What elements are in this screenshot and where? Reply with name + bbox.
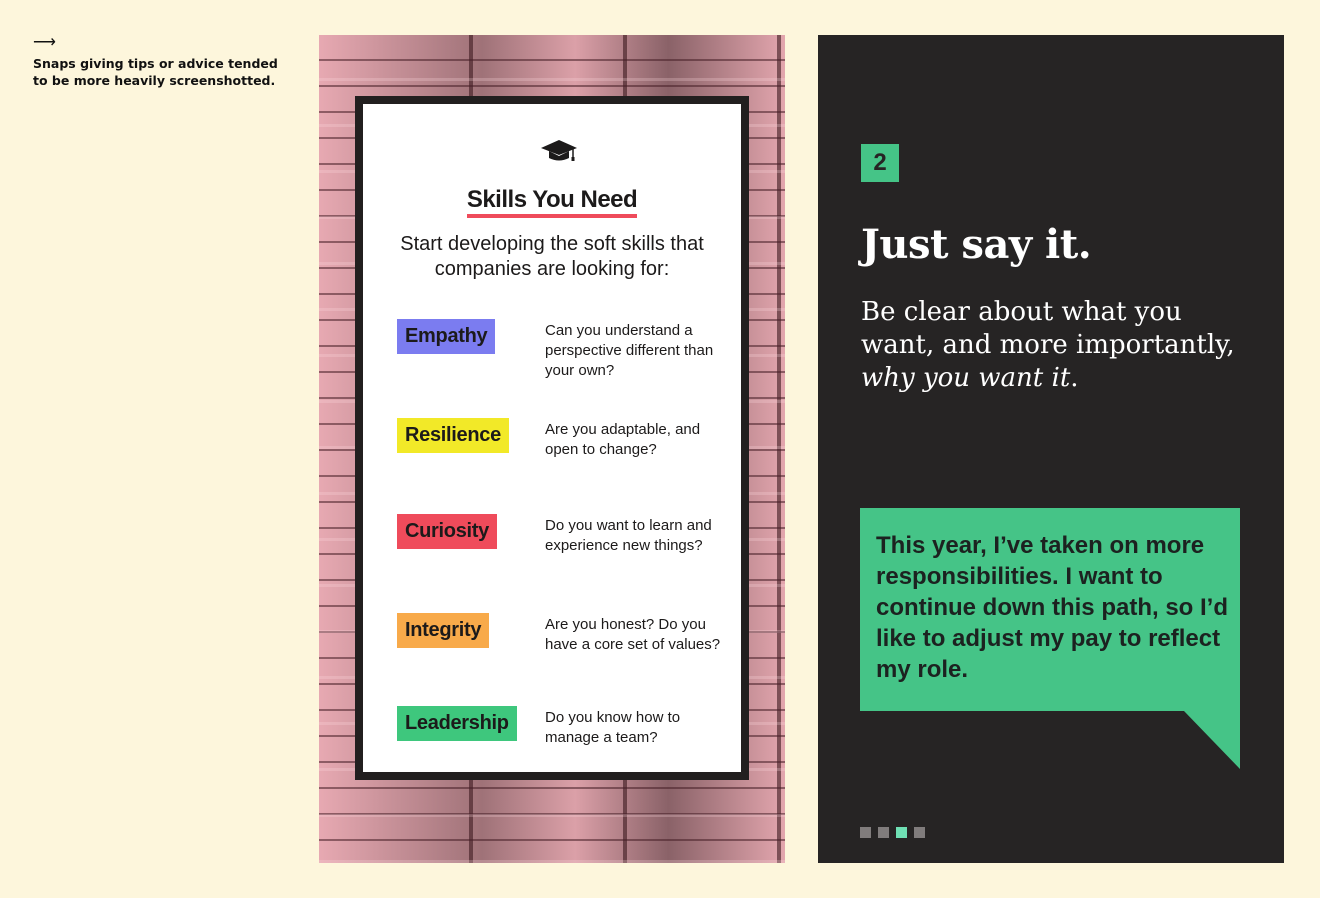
skill-row: Resilience Are you adaptable, and open t…	[397, 418, 727, 498]
body-text: Be clear about what you want, and more i…	[861, 297, 1235, 393]
quote-bubble: This year, I’ve taken on more responsibi…	[860, 508, 1240, 711]
skills-panel: Skills You Need Start developing the sof…	[363, 104, 741, 772]
arrow-right-icon: ⟶	[33, 34, 56, 51]
skill-tag: Leadership	[397, 706, 517, 741]
step-number-badge: 2	[861, 144, 899, 182]
skill-tag: Curiosity	[397, 514, 497, 549]
page-dot[interactable]	[878, 827, 889, 838]
skill-row: Leadership Do you know how to manage a t…	[397, 706, 727, 786]
skill-row: Empathy Can you understand a perspective…	[397, 319, 727, 399]
speech-bubble-tail-icon	[1184, 711, 1240, 769]
page-dot[interactable]	[860, 827, 871, 838]
headline: Just say it.	[861, 221, 1092, 268]
skills-story-card: Skills You Need Start developing the sof…	[319, 35, 785, 863]
advice-story-card: 2 Just say it. Be clear about what you w…	[818, 35, 1284, 863]
page-dot[interactable]	[914, 827, 925, 838]
skill-description: Do you want to learn and experience new …	[545, 517, 712, 554]
skill-description: Can you understand a perspective differe…	[545, 322, 714, 379]
skill-description: Do you know how to manage a team?	[545, 709, 681, 746]
skill-description: Are you adaptable, and open to change?	[545, 421, 701, 458]
skill-row: Integrity Are you honest? Do you have a …	[397, 613, 727, 693]
quote-text: This year, I’ve taken on more responsibi…	[876, 532, 1228, 683]
skills-title: Skills You Need	[363, 186, 741, 218]
graduation-cap-icon	[541, 140, 577, 161]
skill-row: Curiosity Do you want to learn and exper…	[397, 514, 727, 594]
caption: ⟶ Snaps giving tips or advice tended to …	[33, 34, 293, 89]
pagination-dots	[860, 825, 932, 838]
skill-tag: Integrity	[397, 613, 490, 648]
page-dot-active[interactable]	[896, 827, 907, 838]
skills-panel-frame: Skills You Need Start developing the sof…	[355, 96, 749, 780]
skill-tag: Empathy	[397, 319, 496, 354]
skill-tag: Resilience	[397, 418, 509, 453]
caption-text: Snaps giving tips or advice tended to be…	[33, 56, 278, 88]
skills-subtitle: Start developing the soft skills that co…	[400, 233, 704, 280]
skill-description: Are you honest? Do you have a core set o…	[545, 616, 721, 653]
